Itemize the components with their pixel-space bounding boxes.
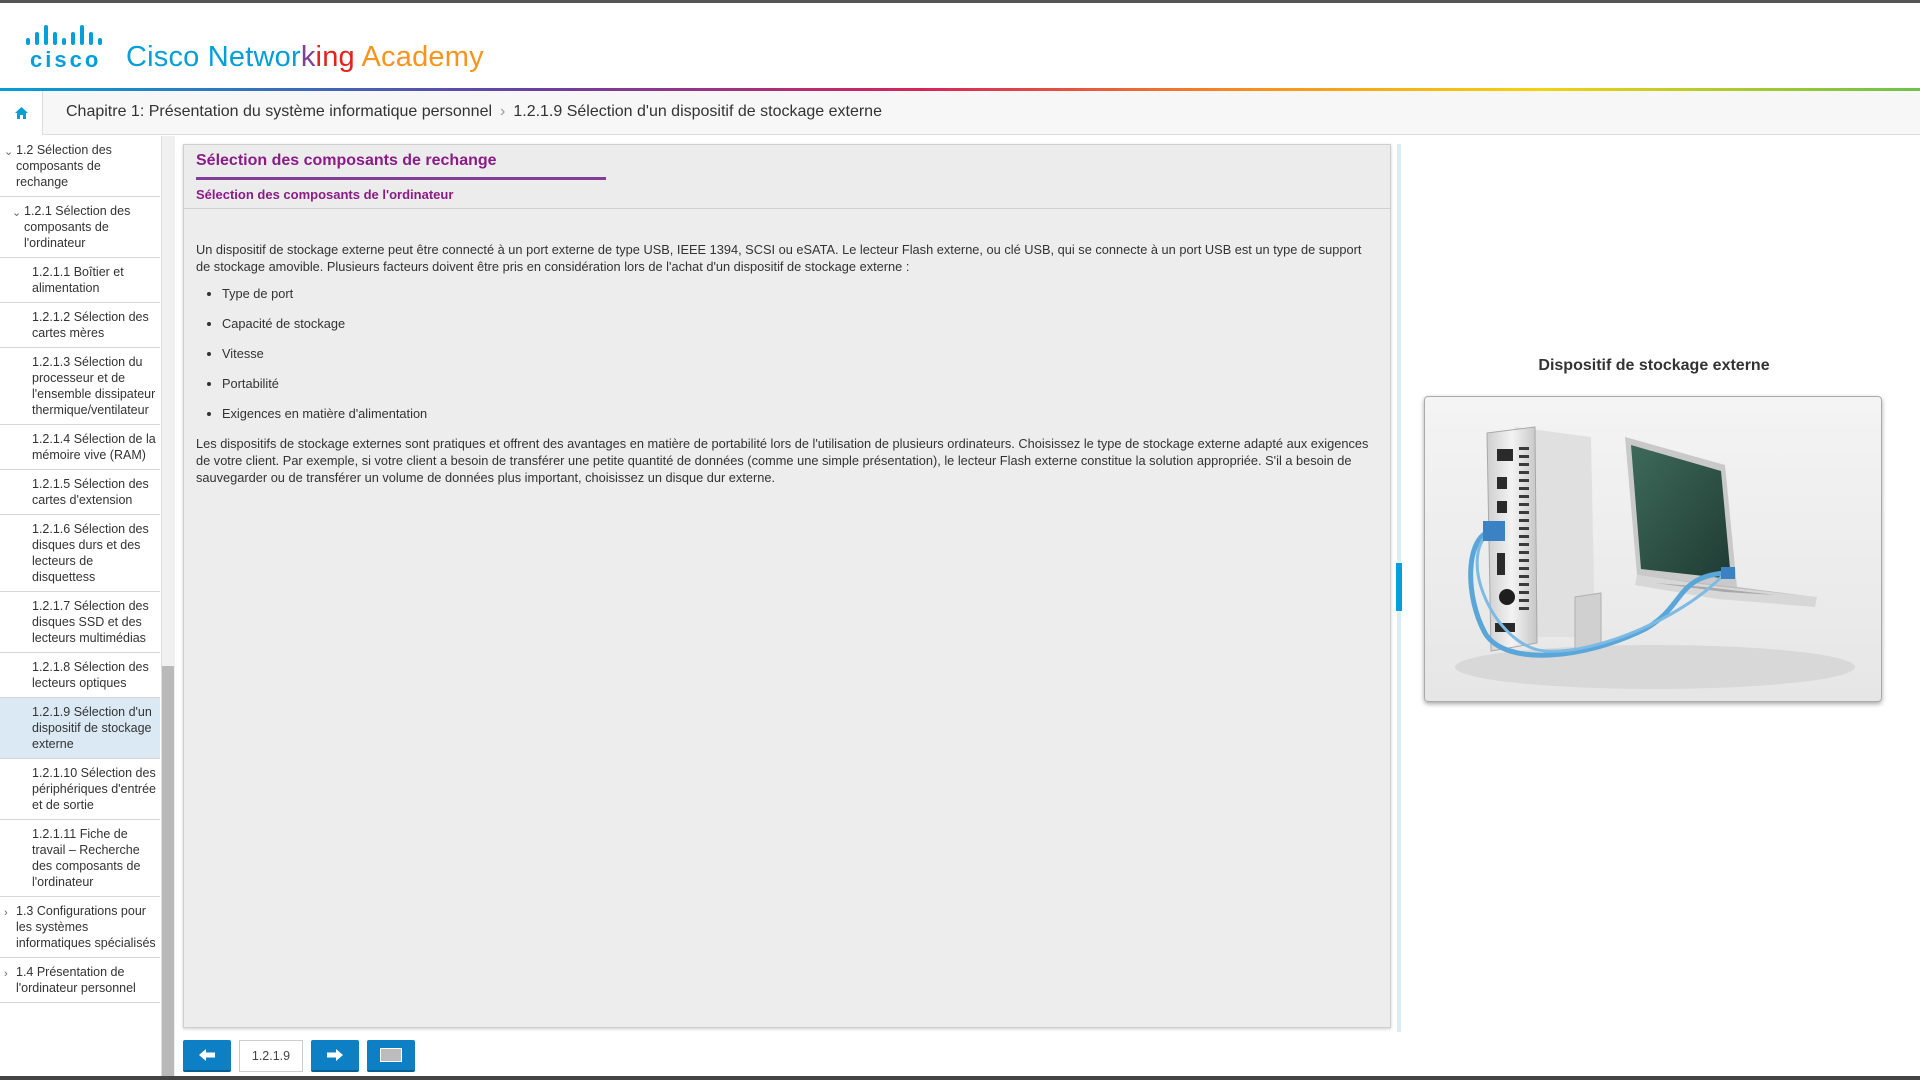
sidebar-item[interactable]: 1.2.1.8 Sélection des lecteurs optiques [0,653,160,698]
fullscreen-icon [380,1048,402,1062]
chevron-down-icon[interactable]: ⌄ [4,144,13,160]
sidebar-item[interactable]: ⌄ 1.2.1 Sélection des composants de l'ord… [0,197,160,258]
bottom-strip [0,1076,1920,1080]
panel-resize-handle[interactable] [1396,563,1402,611]
breadcrumb: Chapitre 1: Présentation du système info… [66,103,882,121]
content-body: Un dispositif de stockage externe peut ê… [196,241,1378,486]
sidebar-item-label: 1.2.1.9 Sélection d'un dispositif de sto… [32,705,152,751]
cisco-logo[interactable]: cisco [24,23,106,72]
sidebar-item-label: 1.2.1.1 Boîtier et alimentation [32,265,124,295]
previous-button[interactable] [183,1040,231,1072]
sidebar-item[interactable]: 1.2.1.3 Sélection du processeur et de l'… [0,348,160,425]
breadcrumb-bar: Chapitre 1: Présentation du système info… [0,91,1920,135]
chevron-right-icon[interactable]: › [4,966,8,982]
figure-caption: Dispositif de stockage externe [1538,357,1770,374]
sidebar-item-label: 1.2.1.2 Sélection des cartes mères [32,310,149,340]
chevron-down-icon[interactable]: ⌄ [12,205,21,221]
sidebar-item-label: 1.2.1.7 Sélection des disques SSD et des… [32,599,149,645]
sidebar-item[interactable]: ⌄ 1.2 Sélection des composants de rechang… [0,136,160,197]
brand-part: Cisco Networ [126,41,301,73]
sidebar-item[interactable]: 1.2.1.9 Sélection d'un dispositif de sto… [0,698,160,759]
sidebar-item-label: 1.3 Configurations pour les systèmes inf… [16,904,156,950]
chevron-right-icon[interactable]: › [4,905,8,921]
sidebar-item[interactable]: 1.2.1.6 Sélection des disques durs et de… [0,515,160,592]
sidebar-item[interactable]: 1.2.1.11 Fiche de travail – Recherche de… [0,820,160,897]
external-drive-laptop-image [1455,426,1855,689]
brand-part: Academy [354,41,484,73]
sidebar-item-label: 1.2.1 Sélection des composants de l'ordi… [24,204,131,250]
sidebar-item-label: 1.2.1.4 Sélection de la mémoire vive (RA… [32,432,156,462]
sidebar-item[interactable]: › 1.3 Configurations pour les systèmes in… [0,897,160,958]
title-underline [196,177,606,180]
cisco-wordmark: cisco [30,47,102,72]
home-icon [14,107,28,119]
sidebar-item-label: 1.2 Sélection des composants de rechange [16,143,112,189]
sidebar-item-label: 1.2.1.3 Sélection du processeur et de l'… [32,355,156,417]
sidebar-item[interactable]: 1.2.1.1 Boîtier et alimentation [0,258,160,303]
list-item: Portabilité [222,375,1378,392]
page-subtitle: Sélection des composants de l'ordinateur [196,187,454,202]
header: cisco Cisco Networking Academy [0,3,1920,88]
sidebar-item[interactable]: › 1.4 Présentation de l'ordinateur person… [0,958,160,1003]
arrow-left-icon [199,1049,215,1061]
list-item: Vitesse [222,345,1378,362]
page-title: Sélection des composants de rechange [196,152,497,169]
sidebar-item[interactable]: 1.2.1.7 Sélection des disques SSD et des… [0,592,160,653]
list-item: Type de port [222,285,1378,302]
chevron-right-icon: › [500,103,506,120]
sidebar-item[interactable]: 1.2.1.10 Sélection des périphériques d'e… [0,759,160,820]
brand-part: k [300,41,316,73]
cisco-bars-icon [26,23,104,45]
sidebar-item-label: 1.2.1.11 Fiche de travail – Recherche de… [32,827,141,889]
sidebar-nav: ⌄ 1.2 Sélection des composants de rechang… [0,136,175,1076]
list-item: Exigences en matière d'alimentation [222,405,1378,422]
content-panel: Sélection des composants de rechange Sél… [183,144,1391,1028]
sidebar-item-label: 1.2.1.6 Sélection des disques durs et de… [32,522,149,584]
sidebar-item-label: 1.2.1.8 Sélection des lecteurs optiques [32,660,149,690]
breadcrumb-chapter[interactable]: Chapitre 1: Présentation du système info… [66,103,492,120]
brand-part: ing [315,41,355,73]
factor-list: Type de port Capacité de stockage Vitess… [196,285,1378,422]
intro-paragraph: Un dispositif de stockage externe peut ê… [196,242,1362,274]
arrow-right-icon [327,1049,343,1061]
next-button[interactable] [311,1040,359,1072]
sidebar-item-label: 1.4 Présentation de l'ordinateur personn… [16,965,136,995]
sidebar-item[interactable]: 1.2.1.4 Sélection de la mémoire vive (RA… [0,425,160,470]
sidebar-scrollbar-thumb[interactable] [162,666,174,1076]
sidebar-item-label: 1.2.1.5 Sélection des cartes d'extension [32,477,149,507]
page-indicator[interactable]: 1.2.1.9 [239,1040,303,1072]
figure-image [1424,396,1882,702]
brand-title: Cisco Networking Academy [126,41,484,74]
breadcrumb-current: 1.2.1.9 Sélection d'un dispositif de sto… [513,103,882,120]
sidebar-item-label: 1.2.1.10 Sélection des périphériques d'e… [32,766,156,812]
fullscreen-button[interactable] [367,1040,415,1072]
home-button[interactable] [0,91,43,135]
sidebar-item[interactable]: 1.2.1.5 Sélection des cartes d'extension [0,470,160,515]
list-item: Capacité de stockage [222,315,1378,332]
sidebar-item[interactable]: 1.2.1.2 Sélection des cartes mères [0,303,160,348]
content-header: Sélection des composants de rechange Sél… [184,145,1390,209]
outro-paragraph: Les dispositifs de stockage externes son… [196,436,1369,485]
